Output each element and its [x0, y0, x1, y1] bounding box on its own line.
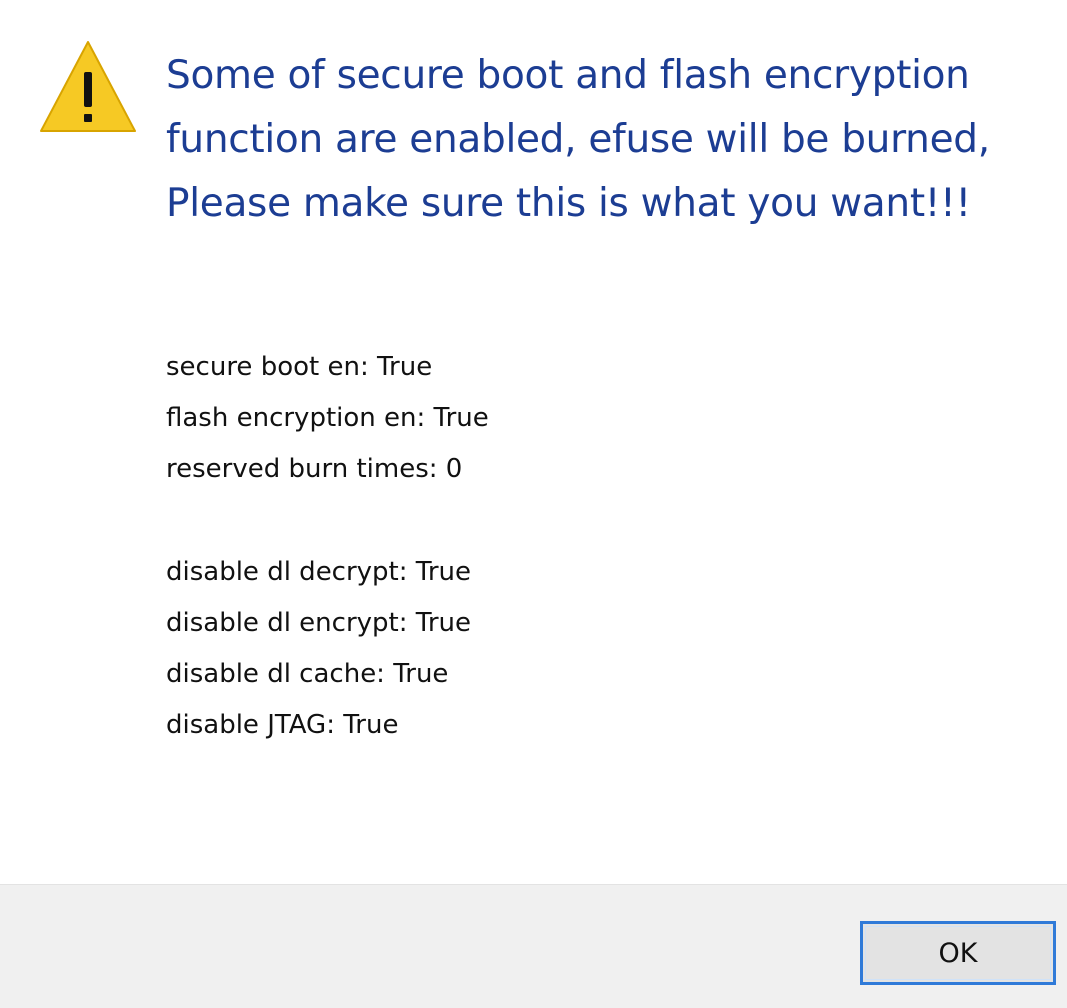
details-text: secure boot en: True flash encryption en… [166, 342, 1026, 751]
message-dialog: Some of secure boot and flash encryption… [0, 0, 1067, 1008]
ok-button[interactable]: OK [860, 921, 1056, 985]
flash-encryption-status: flash encryption en: True [166, 403, 489, 433]
dialog-content: Some of secure boot and flash encryption… [0, 0, 1067, 884]
details-spacer [166, 495, 1026, 547]
secure-boot-status: secure boot en: True [166, 352, 433, 382]
ok-button-label: OK [938, 937, 978, 969]
disable-jtag-status: disable JTAG: True [166, 710, 399, 740]
dialog-footer: OK [0, 884, 1067, 1008]
main-instruction: Some of secure boot and flash encryption… [166, 53, 990, 226]
disable-dl-encrypt-status: disable dl encrypt: True [166, 608, 471, 638]
reserved-burn-times: reserved burn times: 0 [166, 454, 463, 484]
disable-dl-decrypt-status: disable dl decrypt: True [166, 557, 472, 587]
disable-dl-cache-status: disable dl cache: True [166, 659, 449, 689]
warning-icon [40, 41, 136, 132]
